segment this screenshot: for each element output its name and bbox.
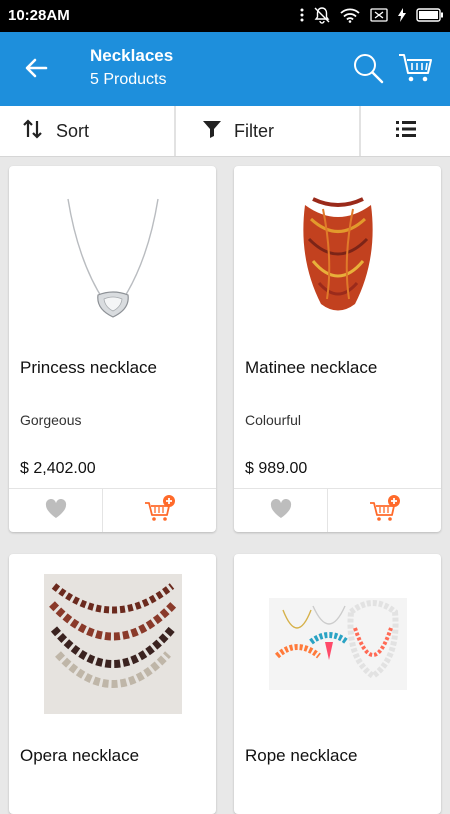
app-bar: Necklaces 5 Products — [0, 32, 450, 106]
list-view-icon — [395, 120, 416, 143]
sort-icon — [22, 118, 44, 145]
notifications-off-icon — [314, 6, 330, 29]
heart-icon — [270, 498, 292, 524]
wifi-icon — [340, 8, 360, 28]
product-card[interactable]: Opera necklace — [9, 554, 216, 814]
more-dots-icon — [300, 8, 304, 27]
charging-icon — [398, 8, 406, 27]
no-sim-icon — [370, 8, 388, 27]
product-image[interactable] — [9, 166, 216, 346]
product-price: $ 989.00 — [245, 460, 308, 477]
add-to-cart-button[interactable] — [328, 489, 441, 532]
sort-button[interactable]: Sort — [22, 106, 172, 156]
product-name[interactable]: Opera necklace — [20, 746, 139, 766]
toolbar-divider — [174, 106, 176, 156]
product-card[interactable]: Princess necklace Gorgeous $ 2,402.00 — [9, 166, 216, 532]
product-card[interactable]: Rope necklace — [234, 554, 441, 814]
add-to-cart-icon — [369, 494, 401, 528]
card-actions — [234, 488, 441, 532]
favorite-button[interactable] — [234, 489, 328, 532]
product-card[interactable]: Matinee necklace Colourful $ 989.00 — [234, 166, 441, 532]
sort-label: Sort — [56, 120, 90, 141]
search-icon[interactable] — [352, 52, 384, 84]
view-toggle-button[interactable] — [361, 106, 450, 156]
card-actions — [9, 488, 216, 532]
heart-icon — [45, 498, 67, 524]
battery-icon — [416, 8, 444, 27]
product-description: Colourful — [245, 412, 302, 428]
add-to-cart-icon — [144, 494, 176, 528]
product-count: 5 Products — [90, 71, 167, 88]
filter-button[interactable]: Filter — [202, 106, 352, 156]
back-arrow-icon[interactable] — [22, 54, 50, 82]
product-name[interactable]: Matinee necklace — [245, 358, 377, 378]
product-price: $ 2,402.00 — [20, 460, 96, 477]
product-image[interactable] — [9, 554, 216, 734]
product-image[interactable] — [234, 554, 441, 734]
filter-icon — [202, 120, 222, 143]
product-name[interactable]: Rope necklace — [245, 746, 357, 766]
add-to-cart-button[interactable] — [103, 489, 216, 532]
cart-icon[interactable] — [398, 52, 434, 84]
status-bar: 10:28AM — [0, 0, 450, 32]
favorite-button[interactable] — [9, 489, 103, 532]
page-title: Necklaces — [90, 46, 174, 65]
product-description: Gorgeous — [20, 412, 82, 428]
sort-filter-toolbar: Sort Filter — [0, 106, 450, 157]
status-time: 10:28AM — [8, 7, 70, 24]
status-icons — [300, 6, 444, 29]
filter-label: Filter — [234, 120, 274, 141]
product-name[interactable]: Princess necklace — [20, 358, 157, 378]
product-image[interactable] — [234, 166, 441, 346]
